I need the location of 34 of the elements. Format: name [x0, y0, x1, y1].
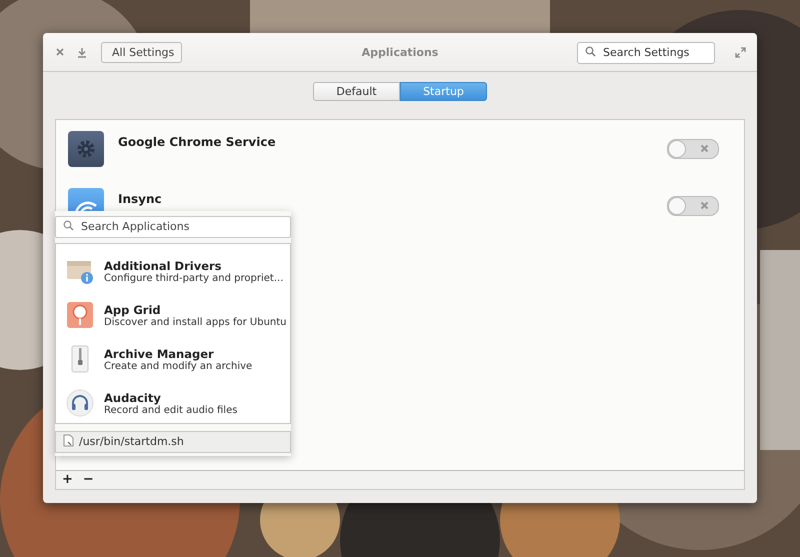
cross-icon: [700, 201, 709, 210]
app-list-item[interactable]: Additional Drivers Configure third-party and propriet...: [56, 249, 290, 293]
gear-icon: [68, 130, 104, 166]
add-button[interactable]: +: [58, 472, 77, 488]
magnifier-icon: [66, 301, 94, 329]
cross-icon: [700, 144, 709, 153]
app-list-item[interactable]: App Grid Discover and install apps for Ubuntu: [56, 293, 290, 337]
app-name: Additional Drivers: [104, 258, 223, 272]
back-button[interactable]: All Settings: [101, 42, 182, 62]
app-name: Audacity: [104, 390, 162, 404]
file-icon: [63, 434, 74, 447]
app-description: Record and edit audio files: [104, 404, 238, 416]
app-description: Create and modify an archive: [104, 360, 252, 372]
command-field[interactable]: /usr/bin/startdm.sh: [55, 430, 291, 452]
maximize-icon[interactable]: [733, 45, 747, 59]
app-list-item[interactable]: Audacity Record and edit audio files: [56, 381, 290, 425]
window-title: Applications: [362, 46, 438, 58]
toggle-switch[interactable]: [667, 196, 719, 216]
app-name: Archive Manager: [104, 346, 215, 360]
app-description: Discover and install apps for Ubuntu: [104, 316, 287, 328]
search-field[interactable]: Search Applications: [55, 216, 291, 238]
search-field[interactable]: Search Settings: [577, 42, 715, 64]
app-description: Configure third-party and propriet...: [104, 272, 284, 284]
search-icon: [585, 46, 596, 57]
download-icon[interactable]: [75, 45, 89, 59]
remove-button[interactable]: −: [78, 472, 98, 488]
app-list-item[interactable]: Archive Manager Create and modify an archive: [56, 337, 290, 381]
toggle-switch[interactable]: [667, 138, 719, 158]
tab[interactable]: Default: [313, 82, 400, 101]
search-icon: [63, 220, 74, 231]
headphones-icon: [66, 389, 94, 417]
app-name: App Grid: [104, 302, 162, 316]
app-name: Google Chrome Service: [118, 134, 277, 148]
app-name: Insync: [118, 192, 163, 206]
